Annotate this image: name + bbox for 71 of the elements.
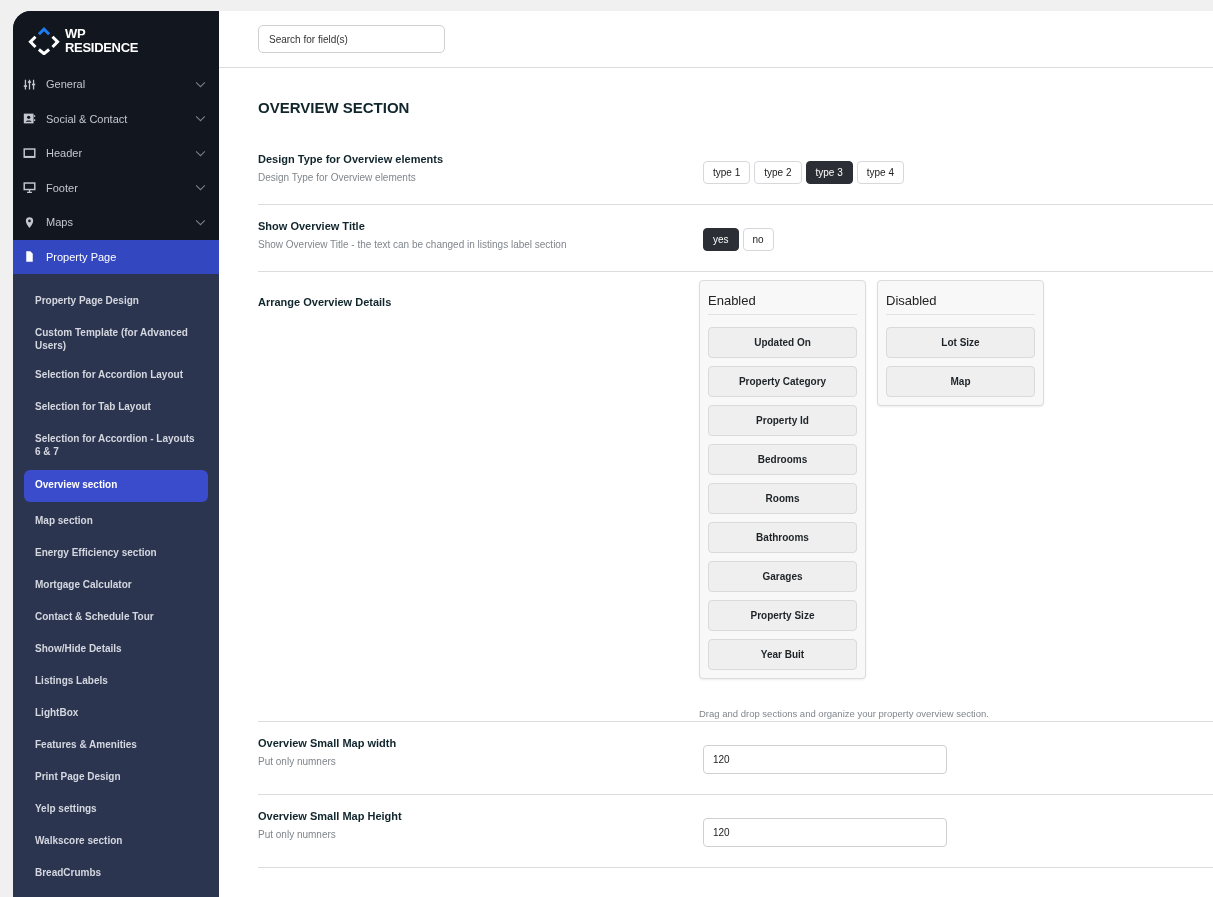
setting-description: Put only numners — [258, 756, 337, 767]
draggable-item[interactable]: Lot Size — [886, 327, 1035, 358]
logo-icon — [27, 27, 61, 55]
sliders-icon — [23, 77, 36, 91]
draggable-item[interactable]: Property Id — [708, 405, 857, 436]
search-field[interactable]: Search for field(s) — [258, 25, 445, 53]
submenu-item[interactable]: Print Page Design — [24, 762, 208, 794]
help-text: Drag and drop sections and organize your property overview section. — [699, 708, 990, 721]
draggable-item[interactable]: Bathrooms — [708, 522, 857, 553]
panel-heading: Enabled — [708, 281, 857, 315]
contact-card-icon — [23, 112, 36, 126]
option-button[interactable]: no — [742, 228, 774, 251]
sidebar-menu-item[interactable]: Social & Contact — [13, 101, 219, 136]
draggable-item[interactable]: Map — [886, 366, 1035, 397]
setting-title: Overview Small Map Height — [258, 810, 403, 822]
map-pin-icon — [23, 215, 36, 229]
submenu-item[interactable]: Listings Labels — [24, 666, 208, 698]
submenu-item[interactable]: Yelp settings — [24, 794, 208, 826]
submenu-item[interactable]: Selection for Tab Layout — [24, 392, 208, 424]
sidebar-menu-item[interactable]: General — [13, 67, 219, 102]
option-button[interactable]: type 1 — [703, 161, 751, 184]
setting-description: Put only numners — [258, 829, 337, 840]
monitor-icon — [23, 181, 36, 195]
submenu-item[interactable]: Energy Efficiency section — [24, 538, 208, 570]
draggable-item[interactable]: Updated On — [708, 327, 857, 358]
menu-label: Header — [46, 147, 84, 160]
setting-title: Overview Small Map width — [258, 737, 398, 749]
submenu-item[interactable]: Property Page Design — [24, 286, 208, 318]
setting-description: Design Type for Overview elements — [258, 172, 417, 183]
menu-label: Maps — [46, 216, 74, 229]
submenu-item[interactable]: Mortgage Calculator — [24, 570, 208, 602]
option-button[interactable]: type 4 — [856, 161, 904, 184]
submenu-item[interactable]: Features & Amenities — [24, 730, 208, 762]
draggable-item[interactable]: Garages — [708, 561, 857, 592]
submenu-item[interactable]: Selection for Accordion - Layouts 6 & 7 — [24, 424, 208, 466]
window-icon — [23, 146, 36, 160]
menu-label: Property Page — [46, 250, 118, 263]
submenu-item[interactable]: Map section — [24, 506, 208, 538]
sidebar-menu-item[interactable]: Header — [13, 136, 219, 171]
logo-text: WP RESIDENCE — [65, 27, 139, 55]
page-icon — [23, 250, 36, 264]
submenu-item[interactable]: BreadCrumbs — [24, 858, 208, 890]
submenu-item[interactable]: Contact & Schedule Tour — [24, 602, 208, 634]
setting-title: Design Type for Overview elements — [258, 153, 445, 165]
submenu-item[interactable]: Show/Hide Details — [24, 634, 208, 666]
menu-label: Footer — [46, 181, 79, 194]
sidebar-menu-item[interactable]: Maps — [13, 205, 219, 240]
menu-label: Social & Contact — [46, 112, 129, 125]
submenu-item[interactable]: LightBox — [24, 698, 208, 730]
setting-title: Show Overview Title — [258, 220, 366, 232]
section-title: OVERVIEW SECTION — [258, 98, 411, 118]
submenu-item[interactable]: Selection for Accordion Layout — [24, 360, 208, 392]
submenu-item[interactable]: Overview section — [24, 470, 208, 502]
option-button[interactable]: type 2 — [754, 161, 802, 184]
option-button[interactable]: type 3 — [805, 161, 853, 184]
setting-description: Show Overview Title - the text can be changed in listings label section — [258, 239, 568, 250]
menu-label: General — [46, 78, 87, 91]
draggable-item[interactable]: Rooms — [708, 483, 857, 514]
number-field[interactable]: 120 — [703, 745, 947, 774]
draggable-item[interactable]: Property Size — [708, 600, 857, 631]
sidebar-menu-item[interactable]: Footer — [13, 170, 219, 205]
submenu-item[interactable]: Custom Template (for Advanced Users) — [24, 318, 208, 360]
sidebar-menu-item[interactable]: Property Page — [13, 239, 219, 274]
draggable-item[interactable]: Year Buit — [708, 639, 857, 670]
number-field[interactable]: 120 — [703, 818, 947, 847]
draggable-item[interactable]: Property Category — [708, 366, 857, 397]
setting-title: Arrange Overview Details — [258, 296, 393, 308]
option-button[interactable]: yes — [703, 228, 739, 251]
draggable-item[interactable]: Bedrooms — [708, 444, 857, 475]
panel-heading: Disabled — [886, 281, 1035, 315]
submenu-item[interactable]: Walkscore section — [24, 826, 208, 858]
